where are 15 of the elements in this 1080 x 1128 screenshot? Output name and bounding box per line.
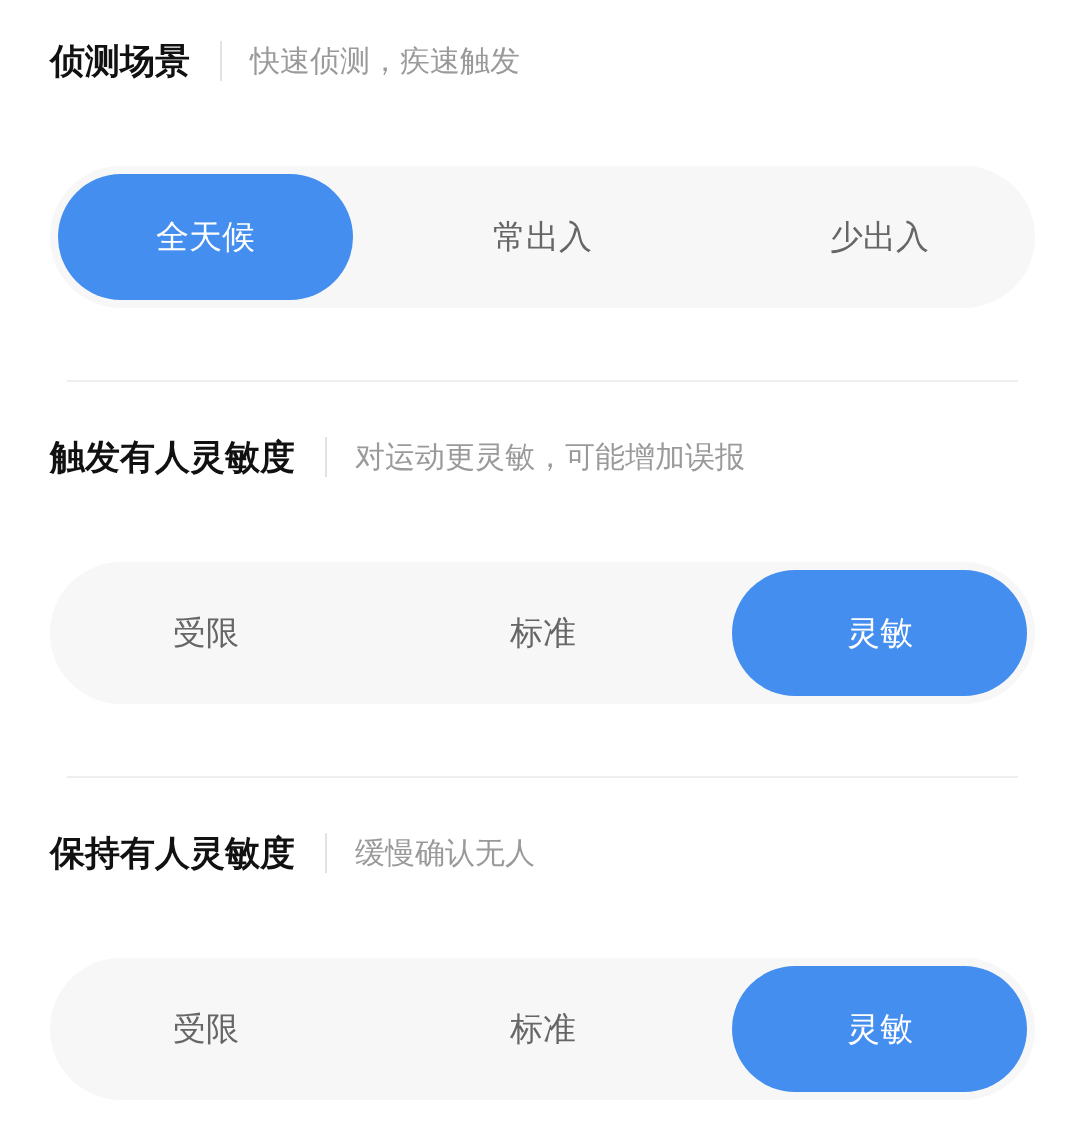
section-description: 缓慢确认无人 [355, 833, 535, 872]
section-title: 保持有人灵敏度 [50, 831, 295, 875]
section-title: 触发有人灵敏度 [50, 435, 295, 479]
segment-option[interactable]: 常出入 [395, 174, 690, 300]
segment-option[interactable]: 标准 [395, 966, 690, 1092]
segment-option[interactable]: 标准 [395, 570, 690, 696]
segment-option[interactable]: 受限 [58, 966, 353, 1092]
section-title: 侦测场景 [50, 39, 190, 83]
section-description: 快速侦测，疾速触发 [250, 41, 520, 80]
section-description: 对运动更灵敏，可能增加误报 [355, 437, 745, 476]
segment-option[interactable]: 受限 [58, 570, 353, 696]
segment-option[interactable]: 灵敏 [732, 966, 1027, 1092]
segment-option[interactable]: 少出入 [732, 174, 1027, 300]
segment-option[interactable]: 灵敏 [732, 570, 1027, 696]
segment-option[interactable]: 全天候 [58, 174, 353, 300]
